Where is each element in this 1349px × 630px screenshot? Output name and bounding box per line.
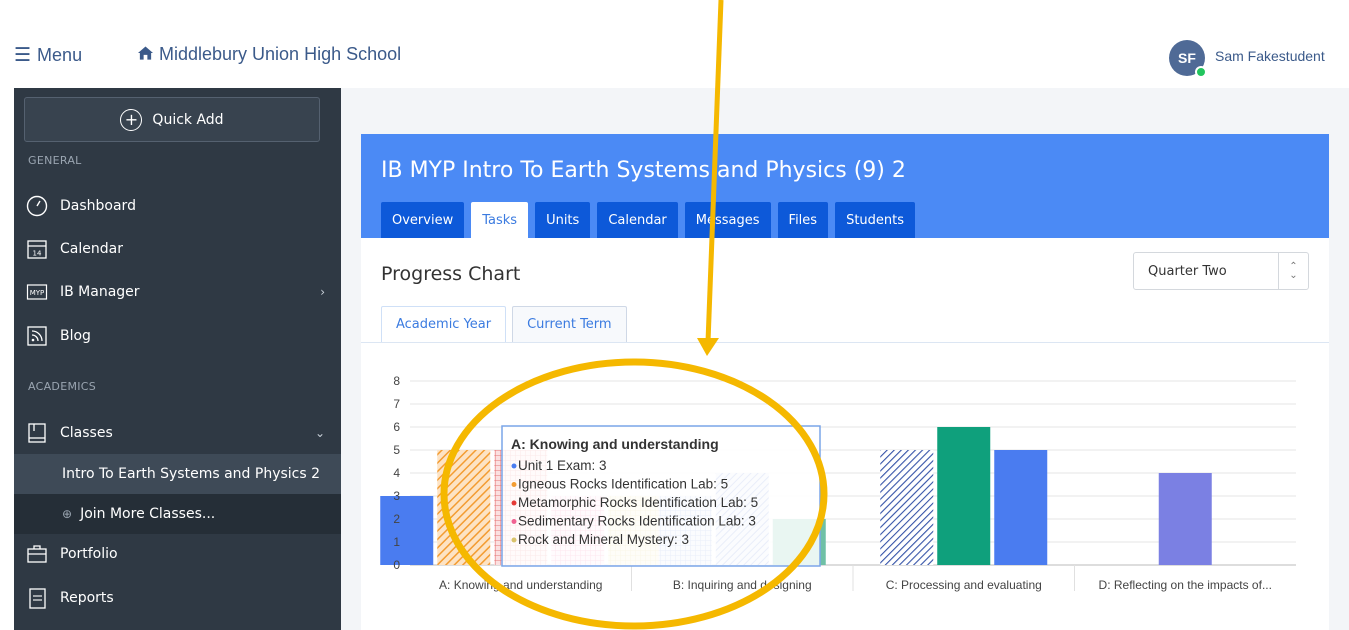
- chart-tooltip-entry: Rock and Mineral Mystery: 3: [518, 532, 689, 547]
- y-tick-label: 8: [393, 374, 400, 388]
- chart-tooltip-entry: Metamorphic Rocks Identification Lab: 5: [518, 495, 758, 510]
- chart-tooltip-entry: Unit 1 Exam: 3: [518, 458, 607, 473]
- y-tick-label: 1: [393, 535, 400, 549]
- y-tick-label: 2: [393, 512, 400, 526]
- chart-tooltip-entry: Igneous Rocks Identification Lab: 5: [518, 477, 728, 492]
- chart-bar[interactable]: [437, 450, 491, 565]
- y-tick-label: 0: [393, 558, 400, 572]
- chart-tooltip-swatch: [511, 463, 517, 469]
- chart-tooltip-swatch: [511, 537, 517, 543]
- chart-bar[interactable]: [1158, 473, 1212, 565]
- x-tick-label: C: Processing and evaluating: [886, 578, 1042, 592]
- x-tick-label: A: Knowing and understanding: [439, 578, 602, 592]
- chart-bar[interactable]: [880, 450, 934, 565]
- chart-bar[interactable]: [380, 496, 434, 565]
- app-root: ☰ Menu Middlebury Union High School SF S…: [0, 0, 1349, 630]
- y-tick-label: 7: [393, 397, 400, 411]
- y-tick-label: 5: [393, 443, 400, 457]
- y-tick-label: 3: [393, 489, 400, 503]
- x-tick-label: B: Inquiring and designing: [673, 578, 812, 592]
- y-tick-label: 4: [393, 466, 400, 480]
- chart-tooltip-entry: Sedimentary Rocks Identification Lab: 3: [518, 514, 756, 529]
- progress-bar-chart: 0 1 2 3 4 5 6 7 8 A: Knowing and understanding B: …: [380, 374, 1296, 592]
- y-tick-label: 6: [393, 420, 400, 434]
- chart-tooltip-swatch: [511, 500, 517, 506]
- chart-bar[interactable]: [937, 427, 991, 565]
- x-tick-label: D: Reflecting on the impacts of...: [1099, 578, 1272, 592]
- chart-tooltip-swatch: [511, 482, 517, 487]
- chart-tooltip-swatch: [511, 519, 517, 524]
- chart-bar[interactable]: [994, 450, 1048, 565]
- chart-tooltip-title: A: Knowing and understanding: [511, 436, 719, 452]
